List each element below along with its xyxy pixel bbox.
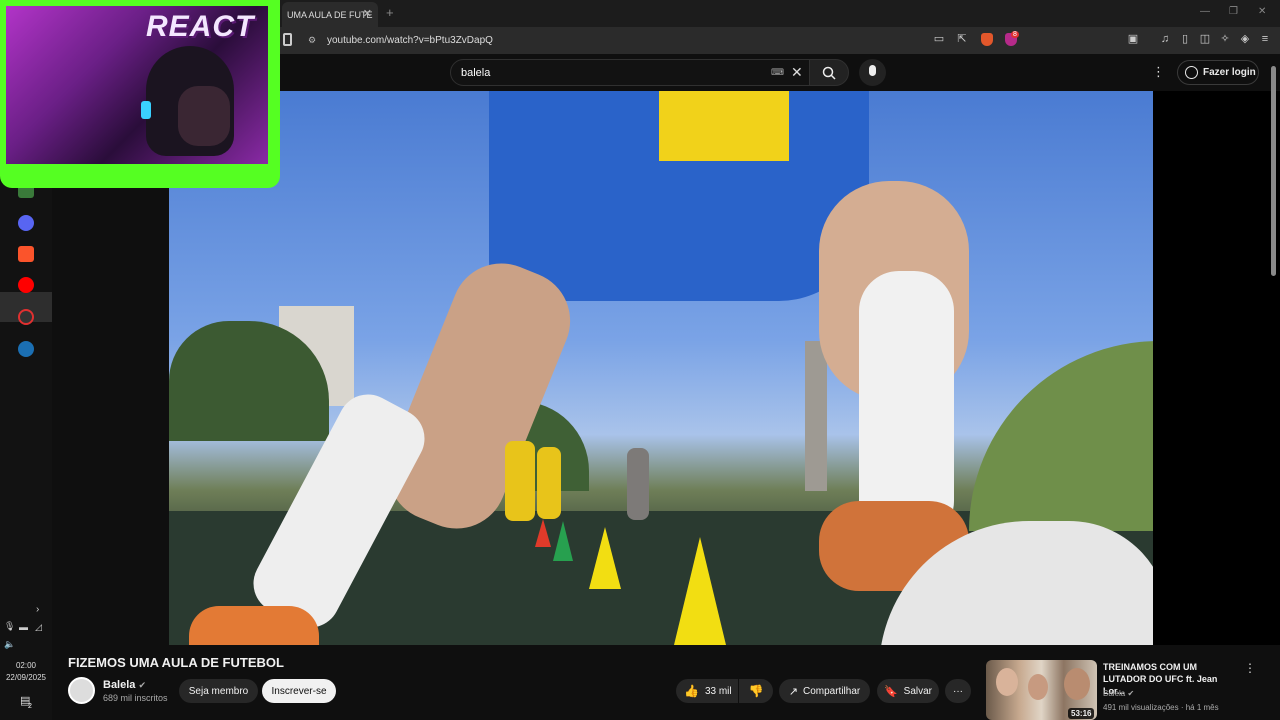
brave-icon[interactable] <box>18 246 34 262</box>
video-cleat <box>189 606 319 645</box>
bookmark-icon[interactable] <box>283 33 292 46</box>
video-shirt <box>659 91 789 161</box>
video-player-figure <box>537 447 561 519</box>
dislike-button[interactable]: 👎 <box>739 679 773 703</box>
tab-active[interactable]: UMA AULA DE FUTE ✕ <box>282 2 378 27</box>
chevron-right-icon[interactable]: › <box>36 604 39 615</box>
subscriber-count: 689 mil inscritos <box>103 693 168 703</box>
notification-badge: 8 <box>1011 31 1019 38</box>
share-button[interactable]: ↗ Compartilhar <box>779 679 870 703</box>
like-count: 33 mil <box>704 685 732 697</box>
share-label: Compartilhar <box>802 685 861 697</box>
join-button[interactable]: Seja membro <box>179 679 258 703</box>
recommended-meta: 491 mil visualizações · há 1 mês <box>1103 703 1219 712</box>
video-cone <box>553 521 573 561</box>
close-window-icon[interactable]: ✕ <box>1258 6 1266 17</box>
mic-tray-icon[interactable]: 🎙 <box>4 621 15 632</box>
recommended-channel-name: Balela <box>1103 689 1126 698</box>
headphone-icon <box>141 101 151 119</box>
video-cone <box>674 537 726 645</box>
video-cone <box>589 527 621 589</box>
new-tab-button[interactable]: + <box>386 5 394 20</box>
steam-icon[interactable] <box>18 341 34 357</box>
video-player[interactable] <box>169 91 1153 645</box>
video-cone <box>535 519 551 547</box>
channel-name[interactable]: Balela ✔ <box>103 679 146 691</box>
video-title: FIZEMOS UMA AULA DE FUTEBOL <box>68 655 284 670</box>
page-scrollbar[interactable] <box>1271 66 1276 276</box>
leo-ai-icon[interactable]: ✧ <box>1218 32 1232 46</box>
search-input[interactable]: balela ⌨ ✕ <box>450 59 810 86</box>
clock-date: 22/09/2025 <box>5 673 47 682</box>
brave-shield-icon[interactable] <box>981 33 993 46</box>
recommended-duration: 53:16 <box>1068 708 1095 719</box>
voice-search-button[interactable] <box>859 59 886 86</box>
video-dome <box>969 341 1153 531</box>
thumb-face <box>1028 674 1048 700</box>
battery-icon[interactable]: ▬ <box>19 622 28 632</box>
tab-title: UMA AULA DE FUTE <box>287 9 373 20</box>
thumbs-down-icon: 👎 <box>748 684 764 698</box>
video-chimney <box>805 341 827 491</box>
maximize-icon[interactable]: ❐ <box>1229 6 1238 17</box>
like-button[interactable]: 👍 33 mil <box>676 679 738 703</box>
video-letterbox <box>1153 91 1280 645</box>
menu-icon[interactable]: ≡ <box>1258 32 1272 46</box>
video-player-figure <box>505 441 535 521</box>
recommended-more-icon[interactable]: ⋮ <box>1244 661 1256 675</box>
channel-avatar[interactable] <box>68 677 95 704</box>
webcam-feed: REACT <box>6 6 268 164</box>
clear-search-icon[interactable]: ✕ <box>791 64 803 81</box>
minimize-icon[interactable]: — <box>1200 6 1210 17</box>
search-value: balela <box>461 66 491 79</box>
bookmark-save-icon: 🔖 <box>883 685 898 698</box>
discord-icon[interactable] <box>18 215 34 231</box>
webcam-overlay-text: REACT <box>146 10 255 43</box>
mic-icon <box>869 65 876 76</box>
share-page-icon[interactable]: ⇱ <box>955 32 969 46</box>
vpn-icon[interactable]: ◈ <box>1238 32 1252 46</box>
sidebar-toggle-icon[interactable]: ▯ <box>1178 32 1192 46</box>
url-text: youtube.com/watch?v=bPtu3ZvDapQ <box>327 35 493 46</box>
search-button[interactable] <box>809 59 849 86</box>
subscribe-button[interactable]: Inscrever-se <box>262 679 336 703</box>
whatsapp-icon[interactable] <box>18 309 34 325</box>
more-actions-button[interactable]: ··· <box>945 679 971 703</box>
video-player-figure <box>627 448 649 520</box>
verified-icon: ✔ <box>1127 689 1135 698</box>
search-icon <box>822 66 836 80</box>
channel-name-text: Balela <box>103 679 136 691</box>
login-label: Fazer login <box>1203 67 1256 78</box>
tab-close-icon[interactable]: ✕ <box>363 7 372 20</box>
thumb-face <box>996 668 1018 696</box>
youtube-icon[interactable] <box>18 277 34 293</box>
wallet-icon[interactable]: ◫ <box>1198 32 1212 46</box>
site-settings-icon[interactable]: ⚙ <box>308 35 316 46</box>
share-icon: ↗ <box>788 685 798 698</box>
save-label: Salvar <box>903 685 933 697</box>
clock-time: 02:00 <box>15 661 37 670</box>
keyboard-icon[interactable]: ⌨ <box>771 67 784 78</box>
account-icon <box>1185 66 1198 79</box>
login-button[interactable]: Fazer login <box>1177 60 1259 85</box>
save-button[interactable]: 🔖 Salvar <box>877 679 939 703</box>
volume-icon[interactable]: 🔈 <box>4 639 15 650</box>
thumbs-up-icon: 👍 <box>684 684 699 698</box>
chat-count-badge: 2 <box>28 703 32 710</box>
wifi-icon[interactable]: ◿ <box>35 622 42 633</box>
webcam-overlay: REACT <box>0 0 280 188</box>
verified-icon: ✔ <box>138 680 147 690</box>
cast-icon[interactable]: ▭ <box>932 32 946 46</box>
streamer-face <box>178 86 230 146</box>
url-field[interactable]: ⚙ youtube.com/watch?v=bPtu3ZvDapQ <box>300 30 1020 51</box>
recommended-channel[interactable]: Balela ✔ <box>1103 689 1134 698</box>
screenshot-icon[interactable]: ▣ <box>1126 32 1140 46</box>
more-options-icon[interactable]: ⋮ <box>1152 64 1165 80</box>
music-icon[interactable]: ♫ <box>1158 32 1172 46</box>
thumb-face <box>1064 668 1090 700</box>
